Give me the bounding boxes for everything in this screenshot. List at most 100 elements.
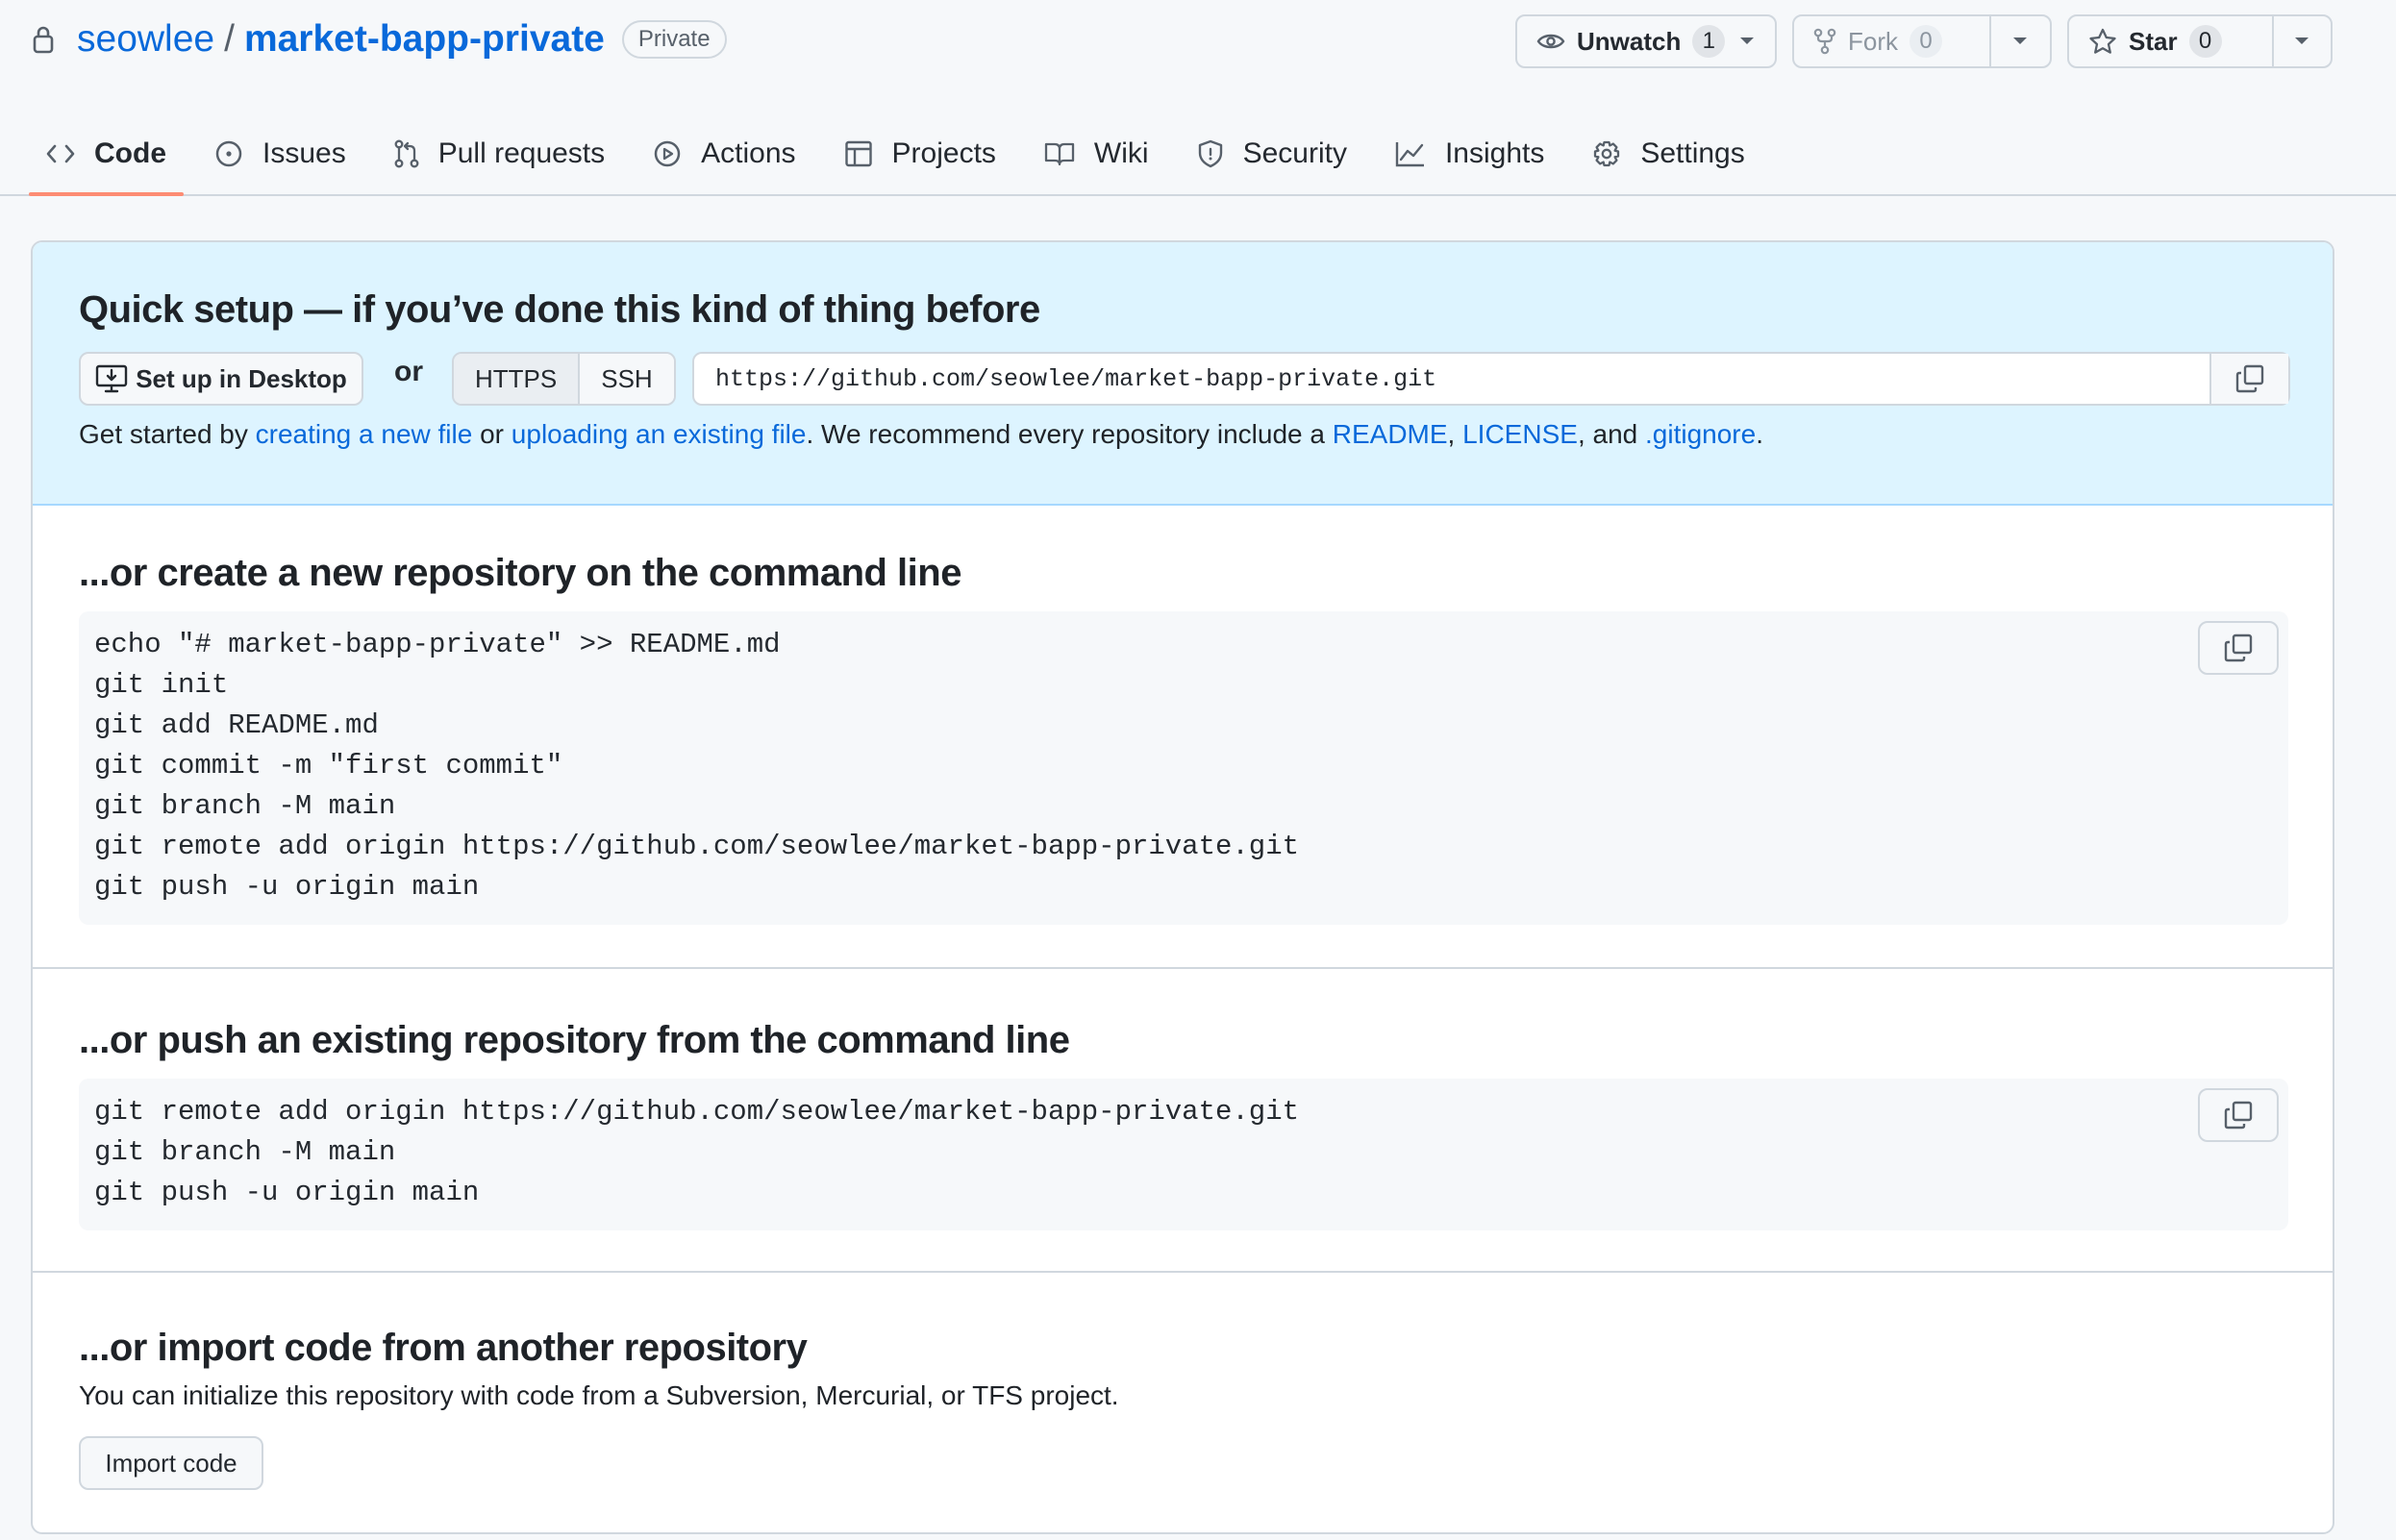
create-new-file-link[interactable]: creating a new file xyxy=(256,419,473,449)
tab-insights[interactable]: Insights xyxy=(1378,113,1561,194)
tab-code-label: Code xyxy=(94,137,166,169)
setup-desktop-button[interactable]: Set up in Desktop xyxy=(79,352,363,406)
clone-url-input[interactable] xyxy=(694,354,2209,404)
star-button-group: Star 0 xyxy=(2067,14,2333,68)
repo-separator: / xyxy=(224,18,235,60)
copy-new-repo-commands-button[interactable] xyxy=(2198,621,2279,675)
repo-header: seowlee / market-bapp-private Private Un… xyxy=(0,0,2396,196)
code-line: git branch -M main xyxy=(94,790,396,822)
push-existing-section: ...or push an existing repository from t… xyxy=(33,969,2333,1273)
star-count: 0 xyxy=(2188,25,2222,58)
setup-box: Quick setup — if you’ve done this kind o… xyxy=(31,240,2334,1534)
copy-push-commands-button[interactable] xyxy=(2198,1088,2279,1142)
quick-setup-section: Quick setup — if you’ve done this kind o… xyxy=(33,242,2333,506)
code-line: git init xyxy=(94,669,229,701)
table-icon xyxy=(844,139,873,168)
tab-wiki[interactable]: Wiki xyxy=(1027,113,1166,194)
or-text: or xyxy=(394,356,423,387)
tab-code[interactable]: Code xyxy=(29,113,184,196)
quick-setup-help-text: Get started by creating a new file or up… xyxy=(79,419,1763,450)
license-link[interactable]: LICENSE xyxy=(1462,419,1578,449)
code-line: git add README.md xyxy=(94,709,379,741)
lock-icon xyxy=(33,25,54,54)
readme-link[interactable]: README xyxy=(1333,419,1448,449)
code-line: echo "# market-bapp-private" >> README.m… xyxy=(94,629,781,660)
code-line: git remote add origin https://github.com… xyxy=(94,1096,1300,1128)
graph-icon xyxy=(1395,140,1426,167)
tab-insights-label: Insights xyxy=(1444,137,1545,169)
gear-icon xyxy=(1592,139,1621,168)
gitignore-link[interactable]: .gitignore xyxy=(1645,419,1756,449)
caret-down-icon xyxy=(1739,37,1755,46)
watch-dropdown[interactable] xyxy=(1719,16,1775,66)
import-code-button[interactable]: Import code xyxy=(79,1436,263,1490)
caret-down-icon xyxy=(2012,37,2028,46)
import-title: ...or import code from another repositor… xyxy=(79,1327,808,1369)
desktop-download-icon xyxy=(95,364,128,393)
star-label: Star xyxy=(2129,26,2178,56)
push-existing-code-block: git remote add origin https://github.com… xyxy=(79,1079,2288,1230)
new-repo-code-block: echo "# market-bapp-private" >> README.m… xyxy=(79,611,2288,925)
help-text-and: , and xyxy=(1577,419,1645,449)
eye-icon xyxy=(1536,31,1565,52)
repo-owner-link[interactable]: seowlee xyxy=(77,18,214,61)
code-line: git push -u origin main xyxy=(94,1177,480,1208)
code-line: git commit -m "first commit" xyxy=(94,750,563,782)
help-text-end: . xyxy=(1756,419,1763,449)
copy-icon xyxy=(2224,1101,2253,1130)
tab-settings[interactable]: Settings xyxy=(1575,113,1761,194)
play-icon xyxy=(653,139,682,168)
star-icon xyxy=(2088,28,2117,55)
unwatch-button[interactable]: Unwatch 1 xyxy=(1517,16,1726,66)
fork-dropdown[interactable] xyxy=(1988,16,2050,66)
fork-icon xyxy=(1813,28,1836,55)
tab-security[interactable]: Security xyxy=(1180,113,1364,194)
import-section: ...or import code from another repositor… xyxy=(33,1273,2333,1532)
caret-down-icon xyxy=(2294,37,2309,46)
tab-pull-requests[interactable]: Pull requests xyxy=(377,113,622,194)
copy-icon xyxy=(2224,633,2253,662)
shield-icon xyxy=(1197,139,1224,168)
code-line: git branch -M main xyxy=(94,1136,396,1168)
quick-setup-title: Quick setup — if you’ve done this kind o… xyxy=(79,288,1040,331)
help-text-prefix: Get started by xyxy=(79,419,256,449)
upload-existing-file-link[interactable]: uploading an existing file xyxy=(512,419,807,449)
tab-wiki-label: Wiki xyxy=(1093,137,1149,169)
tab-actions[interactable]: Actions xyxy=(636,113,812,194)
new-repo-title: ...or create a new repository on the com… xyxy=(79,552,961,594)
tab-projects[interactable]: Projects xyxy=(827,113,1013,194)
tab-projects-label: Projects xyxy=(891,137,996,169)
tab-pull-requests-label: Pull requests xyxy=(437,137,606,169)
pull-request-icon xyxy=(394,139,419,168)
https-button[interactable]: HTTPS xyxy=(454,354,581,404)
tab-security-label: Security xyxy=(1242,137,1347,169)
help-text-recommend: . We recommend every repository include … xyxy=(806,419,1333,449)
fork-label: Fork xyxy=(1848,26,1898,56)
code-line: git remote add origin https://github.com… xyxy=(94,831,1300,862)
tab-issues-label: Issues xyxy=(262,137,346,169)
fork-count: 0 xyxy=(1909,25,1942,58)
new-repo-section: ...or create a new repository on the com… xyxy=(33,506,2333,969)
copy-url-button[interactable] xyxy=(2209,354,2288,404)
repo-nav-tabs: Code Issues Pull requests Actions Projec… xyxy=(29,113,1776,196)
unwatch-label: Unwatch xyxy=(1577,26,1682,56)
code-line: git push -u origin main xyxy=(94,871,480,903)
setup-desktop-label: Set up in Desktop xyxy=(136,363,347,393)
star-dropdown[interactable] xyxy=(2271,16,2331,66)
code-icon xyxy=(46,143,75,164)
star-button[interactable]: Star 0 xyxy=(2069,16,2272,66)
watch-button-group: Unwatch 1 xyxy=(1515,14,1777,68)
repo-name-link[interactable]: market-bapp-private xyxy=(244,18,605,61)
protocol-toggle: HTTPS SSH xyxy=(452,352,676,406)
tab-actions-label: Actions xyxy=(701,137,796,169)
fork-button[interactable]: Fork 0 xyxy=(1794,16,1989,66)
push-existing-title: ...or push an existing repository from t… xyxy=(79,1019,1070,1061)
ssh-button[interactable]: SSH xyxy=(580,354,674,404)
visibility-badge: Private xyxy=(621,20,727,59)
issue-icon xyxy=(214,139,243,168)
fork-button-group: Fork 0 xyxy=(1792,14,2052,68)
tab-settings-label: Settings xyxy=(1640,137,1745,169)
help-text-or: or xyxy=(472,419,512,449)
copy-icon xyxy=(2235,364,2264,393)
tab-issues[interactable]: Issues xyxy=(197,113,363,194)
